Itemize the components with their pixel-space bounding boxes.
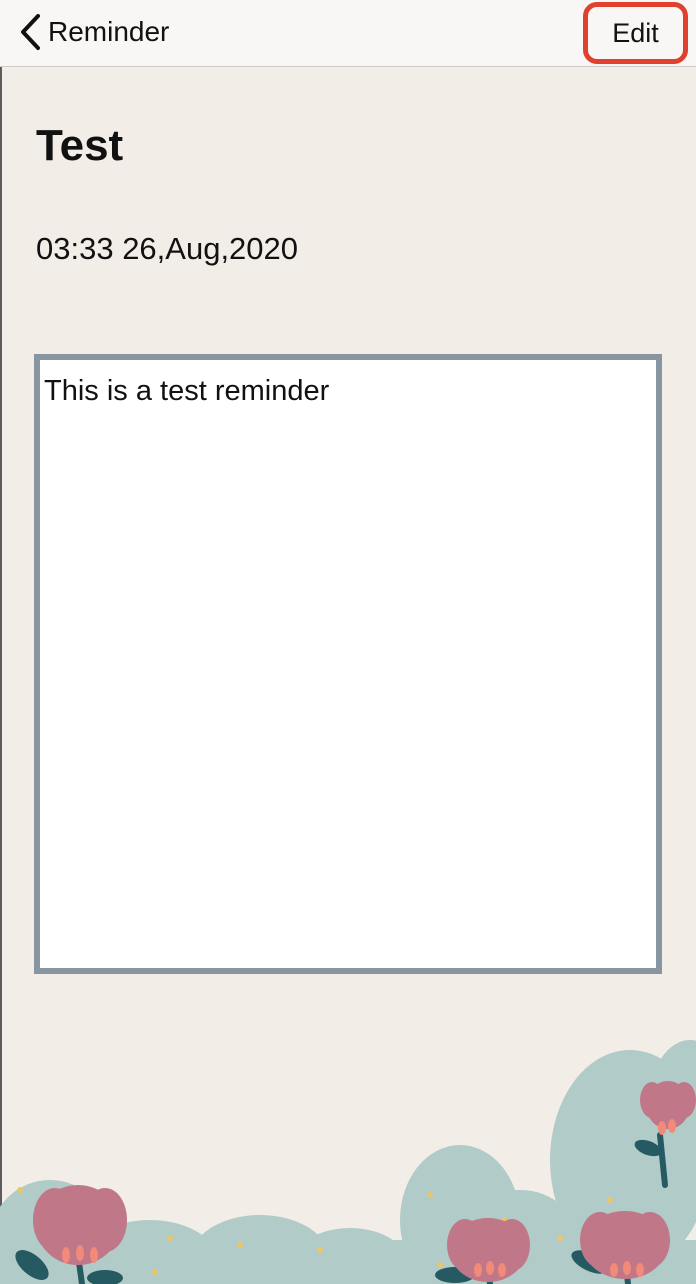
back-label: Reminder [48,16,170,47]
floral-decoration [0,1040,696,1284]
reminder-body[interactable]: This is a test reminder [34,354,662,974]
reminder-datetime: 03:33 26,Aug,2020 [36,231,299,266]
edit-button[interactable]: Edit [583,2,688,64]
navigation-bar: Reminder Edit [0,0,696,67]
chevron-left-icon [21,14,40,50]
back-button[interactable]: Reminder [18,10,169,54]
reminder-title: Test [36,121,124,170]
